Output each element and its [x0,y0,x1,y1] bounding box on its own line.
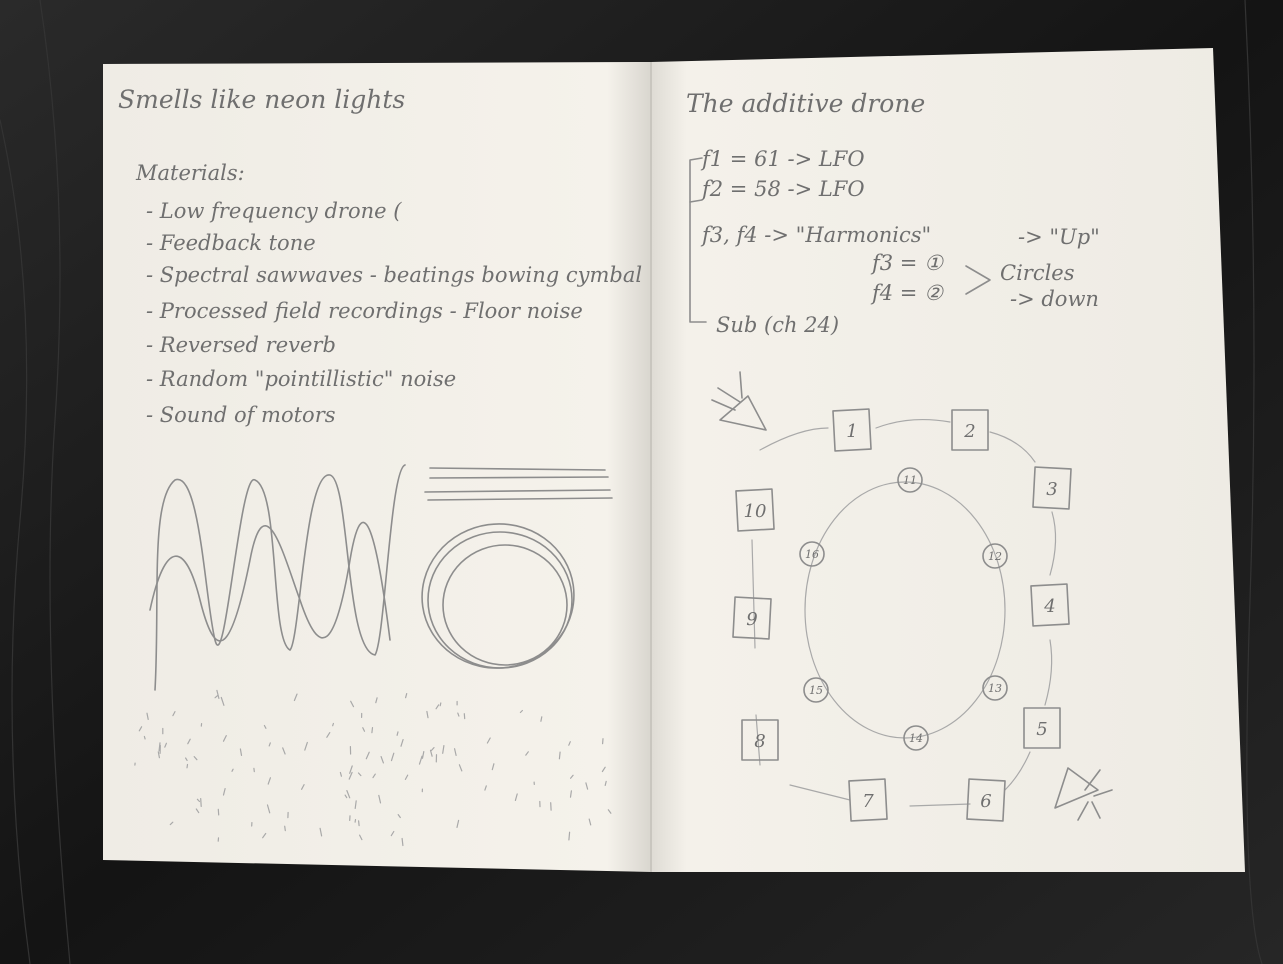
speaker-number: 15 [809,684,823,697]
speaker-number: 9 [746,609,757,630]
material-item: - Random "pointillistic" noise [146,367,456,391]
speaker-number: 14 [909,732,923,745]
f3-line: f3 = ① [870,251,944,275]
left-page-title: Smells like neon lights [118,85,405,114]
materials-heading: Materials: [135,161,245,185]
right-page-title: The additive drone [686,89,925,118]
f4-line: f4 = ② [870,281,944,305]
speaker-number: 13 [988,682,1002,695]
up-label: -> "Up" [1018,225,1100,249]
speaker-number: 10 [744,501,767,522]
down-label: -> down [1010,287,1099,311]
speaker-number: 6 [980,791,991,812]
speaker-number: 12 [988,550,1002,563]
speaker-number: 3 [1046,479,1057,500]
speaker-number: 7 [862,791,874,812]
speaker-number: 2 [963,421,975,442]
f1-line: f1 = 61 -> LFO [700,147,865,171]
speaker-number: 16 [805,548,819,561]
material-item: - Low frequency drone ( [146,199,402,223]
sub-line: Sub (ch 24) [716,313,839,337]
speaker-number: 5 [1036,719,1047,740]
f34-line: f3, f4 -> "Harmonics" [700,223,931,247]
speaker-number: 1 [846,421,857,442]
speaker-number: 8 [754,731,765,752]
right-page [651,48,1245,872]
material-item: - Sound of motors [146,403,336,427]
speaker-number: 4 [1043,596,1055,617]
material-item: - Processed field recordings - Floor noi… [146,299,583,323]
material-item: - Spectral sawwaves - beatings bowing cy… [146,263,642,287]
f2-line: f2 = 58 -> LFO [700,177,865,201]
material-item: - Feedback tone [146,231,316,255]
material-item: - Reversed reverb [146,333,336,357]
notebook-photo: Smells like neon lights Materials: - Low… [0,0,1283,964]
circles-label: Circles [1000,261,1075,285]
speaker-number: 11 [903,474,917,487]
